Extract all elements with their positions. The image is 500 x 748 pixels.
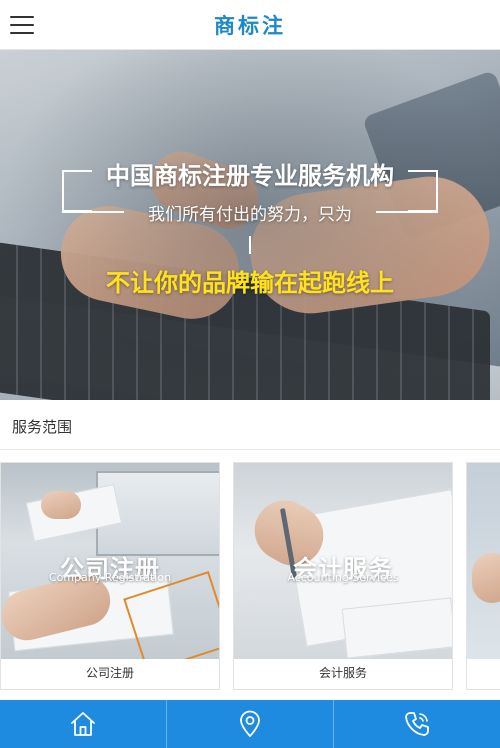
nav-home[interactable] bbox=[0, 700, 167, 748]
service-card-image bbox=[467, 463, 500, 659]
banner-subtitle: 我们所有付出的努力，只为 bbox=[148, 205, 352, 225]
home-icon bbox=[71, 712, 95, 736]
site-logo[interactable]: 商标注 bbox=[0, 10, 500, 40]
nav-phone[interactable] bbox=[334, 700, 500, 748]
location-pin-icon bbox=[240, 710, 260, 737]
service-card-caption[interactable]: 会计服务 bbox=[234, 659, 452, 689]
phone-call-icon bbox=[405, 712, 429, 736]
top-header: 商标注 bbox=[0, 0, 500, 50]
service-card-company-registration[interactable]: 公司注册 Company Registration 公司注册 bbox=[0, 462, 220, 690]
document-graphic bbox=[341, 597, 452, 659]
nav-location[interactable] bbox=[167, 700, 334, 748]
service-card-caption[interactable]: 公司注册 bbox=[1, 659, 219, 689]
banner-slogan: 不让你的品牌输在起跑线上 bbox=[106, 269, 394, 297]
section-title: 服务范围 bbox=[12, 418, 73, 436]
service-card-partial[interactable] bbox=[466, 462, 500, 690]
service-card-image: 会计服务 Accounting Services bbox=[234, 463, 452, 659]
service-carousel[interactable]: 公司注册 Company Registration 公司注册 会计服务 Acco… bbox=[0, 462, 500, 692]
service-card-subtitle: Company Registration bbox=[48, 571, 172, 584]
bottom-nav bbox=[0, 700, 500, 748]
service-card-image: 公司注册 Company Registration bbox=[1, 463, 219, 659]
hand-graphic bbox=[472, 553, 500, 603]
banner-overlay bbox=[0, 50, 500, 400]
banner-title: 中国商标注册专业服务机构 bbox=[106, 162, 394, 190]
service-card-subtitle: Accounting Services bbox=[287, 571, 399, 584]
hand-graphic bbox=[41, 491, 81, 519]
banner-divider bbox=[249, 236, 251, 254]
service-card-accounting-services[interactable]: 会计服务 Accounting Services 会计服务 bbox=[233, 462, 453, 690]
section-header: 服务范围 bbox=[0, 400, 500, 450]
hero-banner[interactable]: 中国商标注册专业服务机构 我们所有付出的努力，只为 不让你的品牌输在起跑线上 bbox=[0, 50, 500, 400]
